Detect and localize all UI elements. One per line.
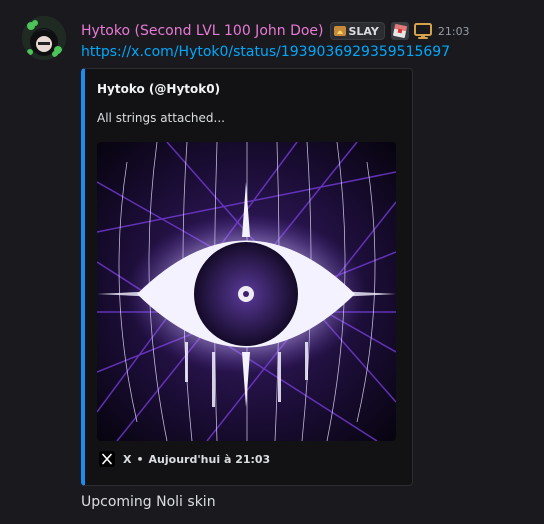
embed-footer-timestamp: Aujourd'hui à 21:03 [148,452,271,466]
chat-message: Hytoko (Second LVL 100 John Doe) SLAY 21… [0,0,544,524]
username[interactable]: Hytoko (Second LVL 100 John Doe) [81,23,324,39]
tweet-link[interactable]: https://x.com/Hytok0/status/193903692935… [81,44,450,60]
embed-footer-source: X [123,452,132,466]
embed-footer: X • Aujourd'hui à 21:03 [99,451,270,467]
link-embed: Hytoko (@Hytok0) All strings attached... [81,68,413,486]
roblox-icon[interactable] [390,22,409,40]
x-logo-icon [99,451,115,467]
embed-author[interactable]: Hytoko (@Hytok0) [97,82,220,96]
server-tag[interactable]: SLAY [329,22,385,40]
embed-image[interactable] [97,142,396,441]
monitor-icon [413,23,432,39]
server-tag-label: SLAY [348,24,379,38]
message-content: Upcoming Noli skin [81,494,216,510]
flame-icon [333,26,346,36]
footer-separator: • [136,452,144,466]
avatar[interactable] [22,16,66,60]
timestamp: 21:03 [437,24,470,38]
embed-description: All strings attached... [97,111,225,125]
message-header: Hytoko (Second LVL 100 John Doe) SLAY 21… [81,21,470,41]
